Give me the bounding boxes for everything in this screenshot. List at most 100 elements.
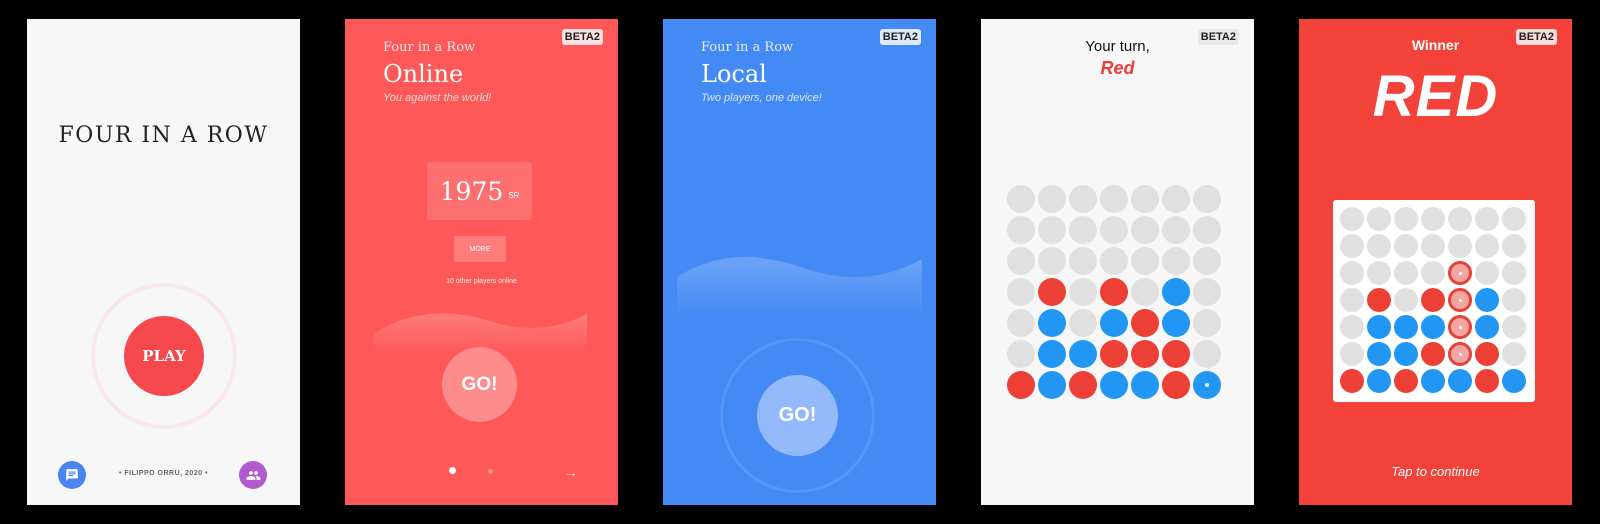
red-disc[interactable]	[1340, 369, 1364, 393]
empty-cell[interactable]	[1162, 247, 1190, 275]
empty-cell[interactable]	[1162, 216, 1190, 244]
blue-disc[interactable]	[1100, 309, 1128, 337]
blue-disc[interactable]	[1394, 342, 1418, 366]
more-button[interactable]: MORE	[454, 236, 506, 262]
empty-cell[interactable]	[1100, 247, 1128, 275]
empty-cell[interactable]	[1421, 234, 1445, 258]
red-disc[interactable]	[1394, 369, 1418, 393]
empty-cell[interactable]	[1340, 261, 1364, 285]
empty-cell[interactable]	[1069, 216, 1097, 244]
empty-cell[interactable]	[1367, 234, 1391, 258]
empty-cell[interactable]	[1394, 234, 1418, 258]
blue-disc[interactable]	[1069, 340, 1097, 368]
empty-cell[interactable]	[1069, 309, 1097, 337]
empty-cell[interactable]	[1193, 278, 1221, 306]
empty-cell[interactable]	[1007, 340, 1035, 368]
red-disc[interactable]	[1100, 340, 1128, 368]
red-disc[interactable]	[1162, 371, 1190, 399]
blue-disc[interactable]	[1367, 315, 1391, 339]
page-dot[interactable]	[488, 469, 493, 474]
red-disc[interactable]	[1367, 288, 1391, 312]
empty-cell[interactable]	[1475, 207, 1499, 231]
empty-cell[interactable]	[1367, 261, 1391, 285]
empty-cell[interactable]	[1131, 247, 1159, 275]
empty-cell[interactable]	[1007, 247, 1035, 275]
empty-cell[interactable]	[1069, 247, 1097, 275]
tap-to-continue[interactable]: Tap to continue	[1299, 464, 1572, 479]
go-button[interactable]: GO!	[442, 347, 517, 422]
winning-red-disc[interactable]	[1448, 315, 1472, 339]
empty-cell[interactable]	[1340, 207, 1364, 231]
red-disc[interactable]	[1475, 369, 1499, 393]
empty-cell[interactable]	[1340, 288, 1364, 312]
empty-cell[interactable]	[1475, 261, 1499, 285]
blue-disc[interactable]	[1162, 309, 1190, 337]
empty-cell[interactable]	[1421, 261, 1445, 285]
empty-cell[interactable]	[1193, 247, 1221, 275]
empty-cell[interactable]	[1502, 288, 1526, 312]
empty-cell[interactable]	[1367, 207, 1391, 231]
empty-cell[interactable]	[1448, 234, 1472, 258]
empty-cell[interactable]	[1394, 261, 1418, 285]
empty-cell[interactable]	[1394, 288, 1418, 312]
empty-cell[interactable]	[1007, 216, 1035, 244]
blue-disc[interactable]	[1367, 342, 1391, 366]
blue-disc[interactable]	[1475, 315, 1499, 339]
red-disc[interactable]	[1475, 342, 1499, 366]
play-button[interactable]: PLAY	[124, 316, 204, 396]
empty-cell[interactable]	[1162, 185, 1190, 213]
friends-button[interactable]	[239, 461, 267, 489]
empty-cell[interactable]	[1193, 309, 1221, 337]
red-disc[interactable]	[1100, 278, 1128, 306]
empty-cell[interactable]	[1340, 315, 1364, 339]
blue-disc[interactable]	[1162, 278, 1190, 306]
blue-disc[interactable]	[1421, 369, 1445, 393]
blue-disc[interactable]	[1038, 371, 1066, 399]
red-disc[interactable]	[1131, 309, 1159, 337]
blue-disc[interactable]	[1448, 369, 1472, 393]
empty-cell[interactable]	[1502, 261, 1526, 285]
empty-cell[interactable]	[1193, 216, 1221, 244]
blue-disc[interactable]	[1367, 369, 1391, 393]
red-disc[interactable]	[1162, 340, 1190, 368]
blue-disc[interactable]	[1100, 371, 1128, 399]
empty-cell[interactable]	[1038, 247, 1066, 275]
empty-cell[interactable]	[1131, 185, 1159, 213]
red-disc[interactable]	[1038, 278, 1066, 306]
winner-screen[interactable]: BETA2 Winner RED Tap to continue	[1299, 19, 1572, 505]
blue-disc[interactable]	[1502, 369, 1526, 393]
arrow-right-icon[interactable]: →	[564, 464, 578, 480]
red-disc[interactable]	[1131, 340, 1159, 368]
go-button[interactable]: GO!	[757, 375, 838, 456]
red-disc[interactable]	[1421, 342, 1445, 366]
empty-cell[interactable]	[1421, 207, 1445, 231]
blue-disc[interactable]	[1421, 315, 1445, 339]
empty-cell[interactable]	[1131, 278, 1159, 306]
blue-disc[interactable]	[1038, 340, 1066, 368]
blue-disc[interactable]	[1475, 288, 1499, 312]
blue-disc[interactable]	[1394, 315, 1418, 339]
empty-cell[interactable]	[1502, 342, 1526, 366]
empty-cell[interactable]	[1131, 216, 1159, 244]
empty-cell[interactable]	[1475, 234, 1499, 258]
empty-cell[interactable]	[1069, 278, 1097, 306]
winning-red-disc[interactable]	[1448, 261, 1472, 285]
blue-disc[interactable]	[1038, 309, 1066, 337]
empty-cell[interactable]	[1038, 185, 1066, 213]
empty-cell[interactable]	[1069, 185, 1097, 213]
empty-cell[interactable]	[1340, 234, 1364, 258]
empty-cell[interactable]	[1100, 185, 1128, 213]
winning-red-disc[interactable]	[1448, 288, 1472, 312]
empty-cell[interactable]	[1007, 309, 1035, 337]
empty-cell[interactable]	[1007, 278, 1035, 306]
empty-cell[interactable]	[1038, 216, 1066, 244]
empty-cell[interactable]	[1193, 185, 1221, 213]
empty-cell[interactable]	[1502, 315, 1526, 339]
winning-red-disc[interactable]	[1448, 342, 1472, 366]
empty-cell[interactable]	[1502, 207, 1526, 231]
page-dot-active[interactable]	[449, 467, 456, 474]
empty-cell[interactable]	[1394, 207, 1418, 231]
blue-disc[interactable]	[1131, 371, 1159, 399]
empty-cell[interactable]	[1193, 340, 1221, 368]
empty-cell[interactable]	[1007, 185, 1035, 213]
